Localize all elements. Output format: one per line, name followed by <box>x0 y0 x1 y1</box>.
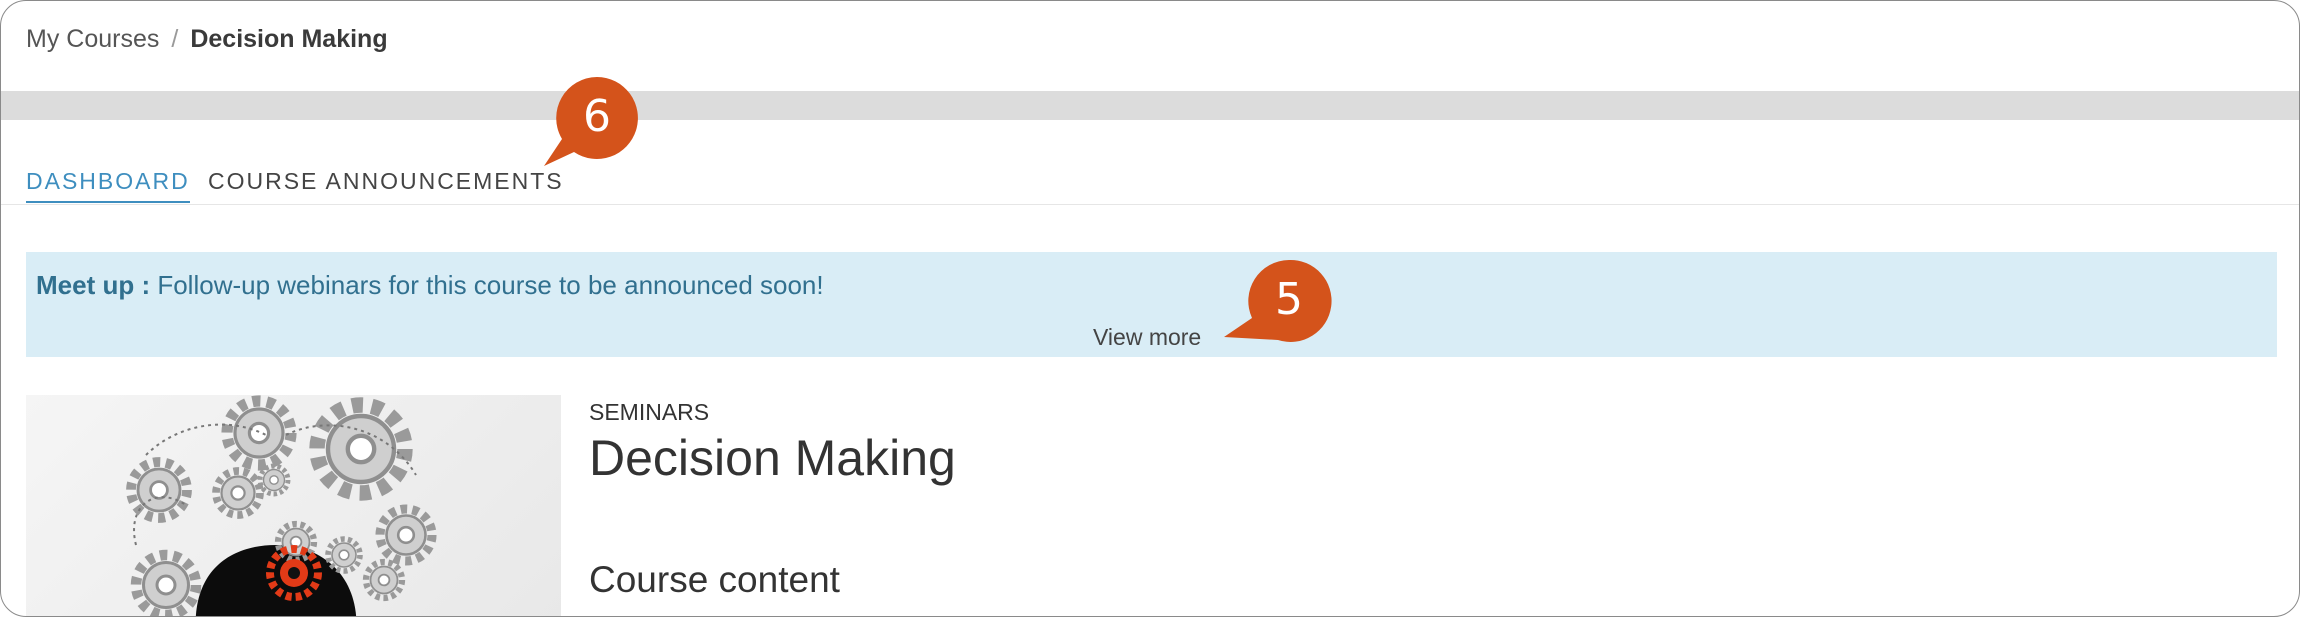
tab-course-announcements[interactable]: COURSE ANNOUNCEMENTS <box>208 168 564 195</box>
gear-icon <box>366 562 402 598</box>
tab-dashboard[interactable]: DASHBOARD <box>26 168 190 203</box>
notice-label: Meet up : <box>36 270 151 300</box>
callout-number: 6 <box>583 91 611 142</box>
callout-marker-6: 6 <box>544 77 638 166</box>
course-image <box>26 395 561 616</box>
callout-marker-5: 5 <box>1224 259 1332 342</box>
gear-icon <box>136 555 196 615</box>
notice-message: Follow-up webinars for this course to be… <box>157 270 824 300</box>
gear-icon <box>317 405 405 493</box>
notice-message-line: Meet up : Follow-up webinars for this co… <box>36 270 824 301</box>
course-category: SEMINARS <box>589 399 710 425</box>
breadcrumb: My Courses / Decision Making <box>26 25 388 54</box>
breadcrumb-current: Decision Making <box>190 25 388 53</box>
course-title: Decision Making <box>589 430 956 486</box>
course-tabs: DASHBOARD COURSE ANNOUNCEMENTS <box>1 166 2299 205</box>
gear-icon <box>227 401 291 465</box>
gears-head-illustration <box>26 395 561 616</box>
gear-icon <box>328 539 360 571</box>
breadcrumb-my-courses-link[interactable]: My Courses <box>26 25 159 53</box>
meetup-notice: Meet up : Follow-up webinars for this co… <box>26 252 2277 357</box>
callout-number: 5 <box>1275 274 1303 325</box>
gear-icon <box>380 509 432 561</box>
app-window: My Courses / Decision Making DASHBOARD COU… <box>0 0 2300 617</box>
breadcrumb-separator: / <box>171 25 179 53</box>
gear-icon <box>216 471 260 515</box>
course-content-heading: Course content <box>589 559 840 600</box>
view-more-link[interactable]: View more <box>1093 324 1201 351</box>
header-divider-band <box>1 91 2299 120</box>
